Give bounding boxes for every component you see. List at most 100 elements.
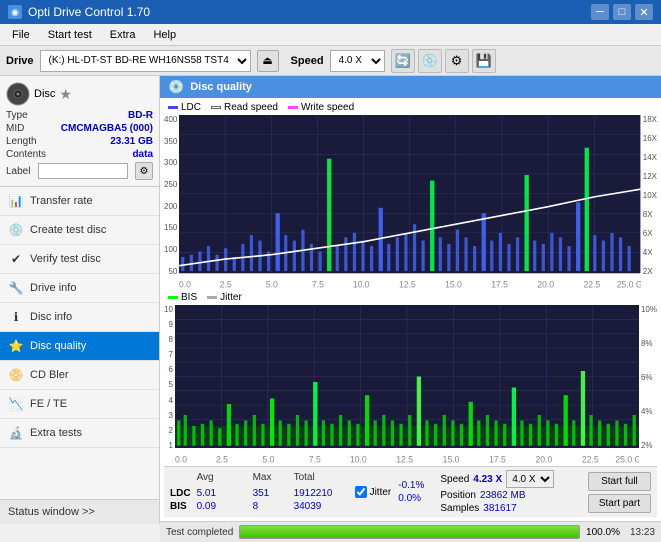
sidebar-item-disc-quality[interactable]: ⭐ Disc quality [0, 332, 159, 361]
titlebar-left: ◉ Opti Drive Control 1.70 [8, 5, 150, 19]
readspeed-legend-color [211, 106, 221, 109]
menu-help[interactable]: Help [145, 27, 184, 43]
sidebar-item-label: Extra tests [30, 427, 82, 439]
transfer-rate-icon: 📊 [8, 193, 24, 209]
bis-chart-inner: 0.0 2.5 5.0 7.5 10.0 12.5 15.0 17.5 20.0… [175, 305, 639, 464]
disc-label-button[interactable]: ⚙ [135, 162, 153, 180]
jitter-values: -0.1% 0.0% [398, 480, 424, 504]
sidebar-item-cd-bler[interactable]: 📀 CD Bler [0, 361, 159, 390]
disc-info-icon: ℹ [8, 309, 24, 325]
menu-extra[interactable]: Extra [102, 27, 144, 43]
svg-text:2.5: 2.5 [220, 279, 232, 289]
disc-label-label: Label [6, 166, 30, 177]
svg-text:20.0: 20.0 [538, 279, 555, 289]
speed-select[interactable]: 4.0 X [330, 50, 385, 72]
samples-info-row: Samples 381617 [440, 503, 554, 514]
close-button[interactable]: ✕ [635, 4, 653, 20]
charts-area: LDC Read speed Write speed 4003503002502… [160, 98, 661, 521]
menu-file[interactable]: File [4, 27, 38, 43]
app-icon: ◉ [8, 5, 22, 19]
stats-max-ldc: 351 [253, 488, 288, 499]
sidebar-item-fe-te[interactable]: 📉 FE / TE [0, 390, 159, 419]
disc-mid-value: CMCMAGBA5 (000) [61, 123, 153, 134]
svg-text:15.0: 15.0 [443, 454, 460, 464]
ldc-chart-section: LDC Read speed Write speed 4003503002502… [164, 102, 657, 290]
titlebar-controls: ─ □ ✕ [591, 4, 653, 20]
disc-type-field: Type BD-R [6, 110, 153, 121]
menu-starttest[interactable]: Start test [40, 27, 100, 43]
speed-info-row: Speed 4.23 X 4.0 X [440, 470, 554, 488]
drive-select[interactable]: (K:) HL-DT-ST BD-RE WH16NS58 TST4 [40, 50, 251, 72]
jitter-legend-color [207, 296, 217, 299]
jitter-checkbox[interactable] [355, 486, 367, 498]
svg-text:0.0: 0.0 [175, 454, 187, 464]
svg-text:17.5: 17.5 [492, 279, 509, 289]
sidebar-item-extra-tests[interactable]: 🔬 Extra tests [0, 419, 159, 448]
disc-mid-label: MID [6, 123, 24, 134]
svg-text:0.0: 0.0 [179, 279, 191, 289]
sidebar-item-label: CD Bler [30, 369, 69, 381]
bis-legend-label: BIS [181, 292, 197, 303]
disc-length-label: Length [6, 136, 37, 147]
create-test-disc-icon: 💿 [8, 222, 24, 238]
speed-info-label: Speed [440, 474, 469, 485]
bis-legend: BIS Jitter [168, 292, 657, 303]
stats-avg-bis: 0.09 [197, 501, 247, 512]
bis-chart-section: BIS Jitter 10987654321 [164, 292, 657, 464]
sidebar-item-disc-info[interactable]: ℹ Disc info [0, 303, 159, 332]
refresh-button[interactable]: 🔄 [391, 49, 415, 73]
minimize-button[interactable]: ─ [591, 4, 609, 20]
progress-time: 13:23 [630, 527, 655, 538]
svg-text:10.0: 10.0 [353, 279, 370, 289]
svg-text:12.5: 12.5 [399, 279, 416, 289]
ldc-y-axis-right: 18X16X14X12X10X8X6X4X2X [641, 115, 657, 290]
svg-text:5.0: 5.0 [266, 279, 278, 289]
disc-section: Disc ★ Type BD-R MID CMCMAGBA5 (000) Len… [0, 76, 159, 187]
sidebar-item-transfer-rate[interactable]: 📊 Transfer rate [0, 187, 159, 216]
settings-button[interactable]: ⚙ [445, 49, 469, 73]
ldc-legend-label: LDC [181, 102, 201, 113]
status-window-button[interactable]: Status window >> [0, 499, 159, 524]
status-text: Test completed [166, 527, 233, 538]
stats-header-avg: Avg [197, 472, 247, 486]
bis-chart-wrapper: 10987654321 [164, 305, 657, 464]
bis-chart-svg: 0.0 2.5 5.0 7.5 10.0 12.5 15.0 17.5 20.0… [175, 305, 639, 464]
speed-info-select[interactable]: 4.0 X [506, 470, 554, 488]
drivebar: Drive (K:) HL-DT-ST BD-RE WH16NS58 TST4 … [0, 46, 661, 76]
svg-text:10.0: 10.0 [350, 454, 367, 464]
stats-label-ldc: LDC [170, 488, 191, 499]
sidebar-item-drive-info[interactable]: 🔧 Drive info [0, 274, 159, 303]
svg-text:20.0: 20.0 [535, 454, 552, 464]
start-part-button[interactable]: Start part [588, 494, 651, 513]
legend-jitter: Jitter [207, 292, 242, 303]
stats-header-max: Max [253, 472, 288, 486]
ldc-legend-color [168, 106, 178, 109]
sidebar-item-label: Disc quality [30, 340, 86, 352]
jitter-section: Jitter -0.1% 0.0% [355, 480, 425, 504]
save-button[interactable]: 💾 [472, 49, 496, 73]
disc-label-input[interactable] [38, 163, 128, 179]
svg-text:7.5: 7.5 [312, 279, 324, 289]
cd-bler-icon: 📀 [8, 367, 24, 383]
ldc-chart-wrapper: 40035030025020015010050 [164, 115, 657, 290]
sidebar: Disc ★ Type BD-R MID CMCMAGBA5 (000) Len… [0, 76, 160, 524]
legend-bis: BIS [168, 292, 197, 303]
disc-header-label: Disc [34, 88, 55, 100]
content-header-title: Disc quality [190, 81, 252, 93]
maximize-button[interactable]: □ [613, 4, 631, 20]
stats-max-bis: 8 [253, 501, 288, 512]
burn-button[interactable]: 💿 [418, 49, 442, 73]
jitter-max: 0.0% [398, 493, 424, 504]
drive-info-icon: 🔧 [8, 280, 24, 296]
stats-col-total: Total 1912210 34039 [294, 472, 339, 512]
svg-text:25.0 GB: 25.0 GB [617, 279, 641, 289]
sidebar-item-create-test-disc[interactable]: 💿 Create test disc [0, 216, 159, 245]
menubar: File Start test Extra Help [0, 24, 661, 46]
toolbar-icons: 🔄 💿 ⚙ 💾 [391, 49, 496, 73]
legend-readspeed: Read speed [211, 102, 278, 113]
samples-value: 381617 [483, 503, 516, 514]
disc-quality-icon: ⭐ [8, 338, 24, 354]
eject-button[interactable]: ⏏ [257, 50, 279, 72]
sidebar-item-verify-test-disc[interactable]: ✔ Verify test disc [0, 245, 159, 274]
start-full-button[interactable]: Start full [588, 472, 651, 491]
